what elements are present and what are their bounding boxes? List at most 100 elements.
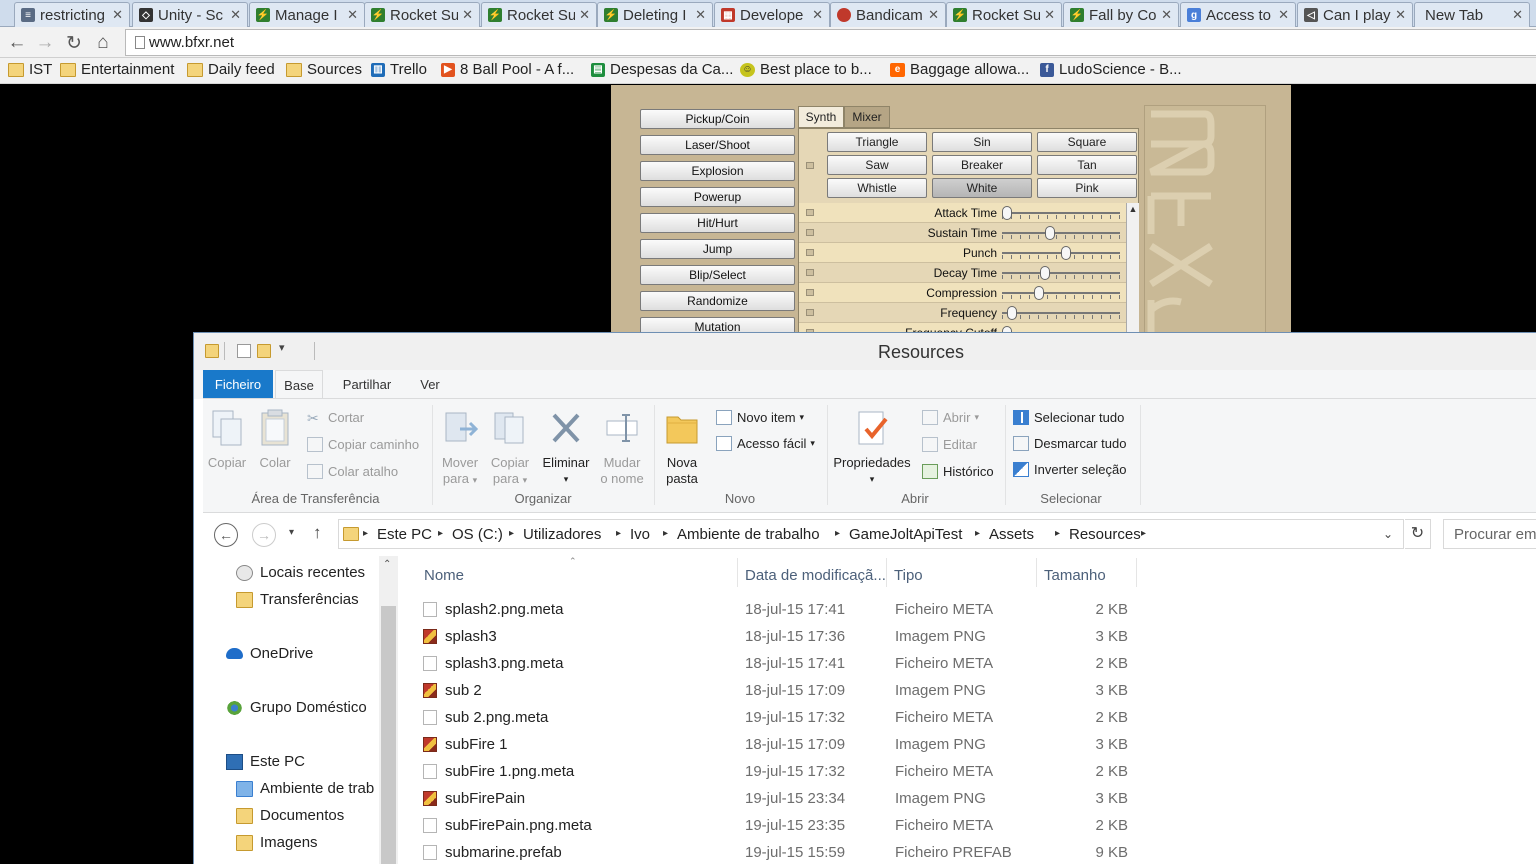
powerup-button[interactable]: Powerup bbox=[640, 187, 795, 207]
lock-icon[interactable] bbox=[806, 209, 814, 216]
close-tab-icon[interactable]: ✕ bbox=[1512, 7, 1523, 23]
up-arrow-icon[interactable]: ↑ bbox=[313, 523, 322, 543]
breadcrumb[interactable]: ▸ Este PC ▸ OS (C:) ▸ Utilizadores ▸ Ivo ▸ Ambien… bbox=[338, 519, 1404, 549]
cut-button[interactable]: ✂ Cortar bbox=[307, 410, 364, 426]
blip-select-button[interactable]: Blip/Select bbox=[640, 265, 795, 285]
browser-tab[interactable]: ⚡ Manage I ✕ bbox=[249, 2, 365, 27]
file-row[interactable]: subFirePain 19-jul-15 23:34 Imagem PNG 3 KB bbox=[400, 785, 1140, 812]
breadcrumb-chevron-icon[interactable]: ▸ bbox=[616, 528, 621, 539]
close-tab-icon[interactable]: ✕ bbox=[230, 7, 241, 23]
bookmark-folder-entertainment[interactable]: Entertainment bbox=[60, 61, 174, 78]
refresh-icon[interactable]: ↻ bbox=[1405, 519, 1431, 549]
file-row[interactable]: subFire 1 18-jul-15 17:09 Imagem PNG 3 KB bbox=[400, 731, 1140, 758]
laser-shoot-button[interactable]: Laser/Shoot bbox=[640, 135, 795, 155]
open-button[interactable]: Abrir ▾ bbox=[922, 410, 979, 425]
mutation-button[interactable]: Mutation bbox=[640, 317, 795, 332]
close-tab-icon[interactable]: ✕ bbox=[579, 7, 590, 23]
slider-knob[interactable] bbox=[1007, 306, 1018, 320]
lock-icon[interactable] bbox=[806, 269, 814, 276]
history-button[interactable]: Histórico bbox=[922, 464, 994, 479]
forward-arrow-icon[interactable]: → bbox=[252, 523, 276, 547]
properties-icon[interactable] bbox=[237, 344, 251, 358]
breadcrumb-item[interactable]: OS (C:) bbox=[452, 526, 503, 543]
bookmark-8-ball-pool[interactable]: ▶ 8 Ball Pool - A f... bbox=[441, 61, 574, 78]
column-header-type[interactable]: Tipo bbox=[894, 567, 923, 584]
tab-share[interactable]: Partilhar bbox=[333, 370, 401, 399]
breadcrumb-item[interactable]: Ambiente de trabalho bbox=[677, 526, 820, 543]
browser-tab[interactable]: Bandicam ✕ bbox=[830, 2, 946, 27]
nav-item-homegroup[interactable]: Grupo Doméstico bbox=[226, 699, 367, 716]
bookmark-folder-daily-feed[interactable]: Daily feed bbox=[187, 61, 275, 78]
browser-tab[interactable]: ⚡ Rocket Su ✕ bbox=[946, 2, 1062, 27]
column-header-size[interactable]: Tamanho bbox=[1044, 567, 1106, 584]
slider-knob[interactable] bbox=[1061, 246, 1072, 260]
recent-locations-chevron-icon[interactable]: ▾ bbox=[289, 527, 294, 538]
bookmark-trello[interactable]: ▥ Trello bbox=[371, 61, 427, 78]
slider-track[interactable] bbox=[1002, 212, 1120, 214]
copy-to-button[interactable]: Copiar para ▾ bbox=[488, 399, 532, 488]
waveform-square-button[interactable]: Square bbox=[1037, 132, 1137, 152]
browser-tab[interactable]: ⚡ Rocket Su ✕ bbox=[481, 2, 597, 27]
file-row[interactable]: sub 2 18-jul-15 17:09 Imagem PNG 3 KB bbox=[400, 677, 1140, 704]
browser-tab-active[interactable]: New Tab ✕ bbox=[1414, 2, 1530, 27]
browser-tab[interactable]: ◁ Can I play ✕ bbox=[1297, 2, 1413, 27]
breadcrumb-chevron-icon[interactable]: ▸ bbox=[1055, 528, 1060, 539]
close-tab-icon[interactable]: ✕ bbox=[462, 7, 473, 23]
back-arrow-icon[interactable]: ← bbox=[5, 31, 29, 55]
waveform-sin-button[interactable]: Sin bbox=[932, 132, 1032, 152]
scroll-up-icon[interactable]: ▲ bbox=[1127, 203, 1139, 215]
address-bar[interactable]: www.bfxr.net bbox=[125, 29, 1536, 56]
edit-button[interactable]: Editar bbox=[922, 437, 977, 452]
chevron-down-icon[interactable]: ▾ bbox=[279, 341, 285, 354]
paste-shortcut-button[interactable]: Colar atalho bbox=[307, 464, 398, 479]
waveform-tan-button[interactable]: Tan bbox=[1037, 155, 1137, 175]
nav-item-this-pc[interactable]: Este PC bbox=[226, 753, 305, 770]
nav-item-downloads[interactable]: Transferências bbox=[236, 591, 359, 608]
close-tab-icon[interactable]: ✕ bbox=[1278, 7, 1289, 23]
close-tab-icon[interactable]: ✕ bbox=[812, 7, 823, 23]
bfxr-scrollbar[interactable]: ▲ bbox=[1126, 203, 1139, 332]
nav-item-desktop[interactable]: Ambiente de trab bbox=[236, 780, 374, 797]
nav-item-pictures[interactable]: Imagens bbox=[236, 834, 318, 851]
new-item-button[interactable]: Novo item ▾ bbox=[716, 410, 804, 425]
new-folder-button[interactable]: Nova pasta bbox=[658, 399, 706, 487]
search-input[interactable]: Procurar em bbox=[1443, 519, 1536, 549]
paste-button[interactable]: Colar bbox=[255, 399, 295, 471]
file-row[interactable]: splash2.png.meta 18-jul-15 17:41 Ficheiro … bbox=[400, 596, 1140, 623]
bookmark-despesas[interactable]: ▤ Despesas da Ca... bbox=[591, 61, 733, 78]
slider-knob[interactable] bbox=[1034, 286, 1045, 300]
slider-knob[interactable] bbox=[1039, 266, 1050, 280]
file-row[interactable]: submarine.prefab 19-jul-15 15:59 Ficheiro … bbox=[400, 839, 1140, 864]
move-to-button[interactable]: Mover para ▾ bbox=[436, 399, 484, 488]
column-header-date[interactable]: Data de modificaçã... bbox=[745, 567, 885, 584]
browser-tab[interactable]: ⚡ Rocket Su ✕ bbox=[364, 2, 480, 27]
lock-icon[interactable] bbox=[806, 249, 814, 256]
slider-track[interactable] bbox=[1002, 292, 1120, 294]
breadcrumb-chevron-icon[interactable]: ▸ bbox=[509, 528, 514, 539]
slider-knob[interactable] bbox=[1002, 206, 1012, 220]
invert-selection-button[interactable]: Inverter seleção bbox=[1013, 462, 1127, 477]
bookmark-best-place[interactable]: ☺ Best place to b... bbox=[740, 61, 872, 78]
jump-button[interactable]: Jump bbox=[640, 239, 795, 259]
home-icon[interactable]: ⌂ bbox=[91, 31, 115, 55]
close-tab-icon[interactable]: ✕ bbox=[1395, 7, 1406, 23]
copy-button[interactable]: Copiar bbox=[205, 399, 249, 471]
close-tab-icon[interactable]: ✕ bbox=[1044, 7, 1055, 23]
waveform-white-button[interactable]: White bbox=[932, 178, 1032, 198]
file-row[interactable]: subFire 1.png.meta 19-jul-15 17:32 Ficheir… bbox=[400, 758, 1140, 785]
lock-icon[interactable] bbox=[806, 229, 814, 236]
breadcrumb-chevron-icon[interactable]: ▸ bbox=[975, 528, 980, 539]
bookmark-baggage[interactable]: e Baggage allowa... bbox=[890, 61, 1029, 78]
breadcrumb-chevron-icon[interactable]: ▸ bbox=[438, 528, 443, 539]
breadcrumb-item[interactable]: Assets bbox=[989, 526, 1034, 543]
rename-button[interactable]: Mudar o nome bbox=[597, 399, 647, 487]
easy-access-button[interactable]: Acesso fácil ▾ bbox=[716, 436, 815, 451]
reload-icon[interactable]: ↻ bbox=[62, 31, 86, 55]
close-tab-icon[interactable]: ✕ bbox=[928, 7, 939, 23]
pickup-coin-button[interactable]: Pickup/Coin bbox=[640, 109, 795, 129]
file-row[interactable]: splash3.png.meta 18-jul-15 17:41 Ficheiro … bbox=[400, 650, 1140, 677]
scroll-up-icon[interactable]: ⌃ bbox=[383, 559, 391, 570]
column-header-name[interactable]: Nome bbox=[424, 567, 464, 584]
close-tab-icon[interactable]: ✕ bbox=[1161, 7, 1172, 23]
properties-button[interactable]: Propriedades ▾ bbox=[831, 399, 913, 487]
